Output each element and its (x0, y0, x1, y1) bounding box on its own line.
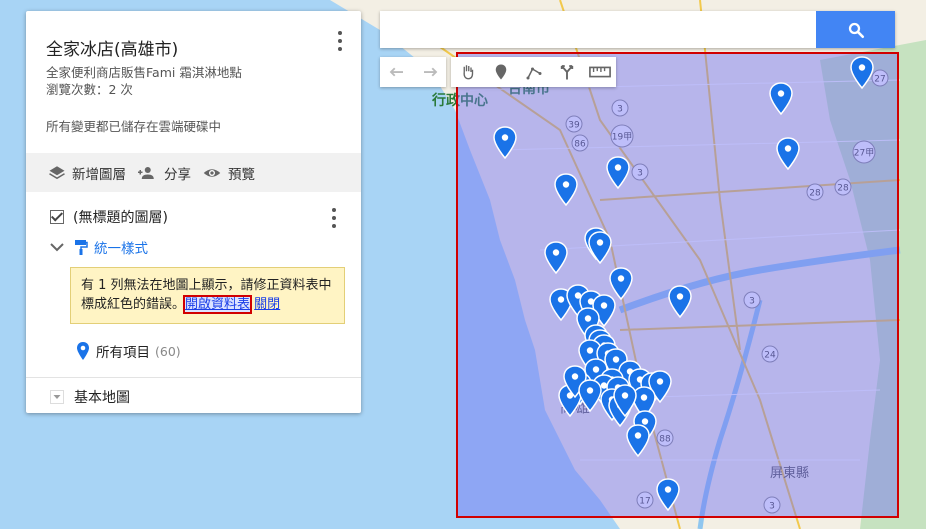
undo-icon (389, 67, 403, 77)
add-layer-label: 新增圖層 (72, 167, 126, 183)
base-map-label: 基本地圖 (74, 390, 130, 406)
preview-button[interactable]: 預覽 (202, 163, 255, 183)
map-marker[interactable] (626, 424, 650, 458)
legend-toolbar: 新增圖層 分享 預覽 (26, 153, 361, 192)
route-icon (560, 65, 573, 80)
search-button[interactable] (816, 11, 895, 48)
paint-roller-icon (75, 240, 88, 255)
redo-button[interactable] (413, 57, 446, 87)
add-marker-tool[interactable] (484, 57, 517, 87)
map-description-block: 全家便利商店販售Fami 霜淇淋地點 瀏覽次數：2 次 (46, 64, 242, 98)
map-marker[interactable] (554, 173, 578, 207)
expand-triangle-icon (50, 390, 64, 404)
measure-tool[interactable] (583, 57, 616, 87)
map-tools (451, 57, 616, 87)
layer-options-menu[interactable] (331, 208, 337, 228)
layer-visibility-checkbox[interactable] (50, 210, 64, 224)
close-warning-link[interactable]: 關閉 (254, 297, 280, 312)
map-marker[interactable] (588, 231, 612, 265)
save-status: 所有變更都已儲存在雲端硬碟中 (46, 119, 222, 134)
warning-text-block: 有 1 列無法在地圖上顯示，請修正資料表中標成紅色的錯誤。開啟資料表 關閉 (81, 276, 343, 314)
map-marker[interactable] (609, 267, 633, 301)
map-marker[interactable] (668, 285, 692, 319)
map-marker[interactable] (578, 379, 602, 413)
chevron-down-icon (50, 243, 64, 252)
layer-name[interactable]: (無標題的圖層) (73, 207, 168, 227)
layer-style-label: 統一樣式 (94, 241, 148, 257)
map-marker[interactable] (606, 156, 630, 190)
share-button[interactable]: 分享 (136, 163, 191, 183)
undo-redo-group (380, 57, 446, 87)
map-marker[interactable] (544, 241, 568, 275)
map-legend-panel: 全家冰店(高雄市) 全家便利商店販售Fami 霜淇淋地點 瀏覽次數：2 次 所有… (26, 11, 361, 413)
all-items-row[interactable]: 所有項目 (60) (76, 341, 181, 361)
marker-icon (77, 342, 89, 360)
open-table-link[interactable]: 開啟資料表 (183, 295, 253, 314)
draw-line-icon (526, 67, 541, 80)
layer-style-row[interactable]: 統一樣式 (50, 237, 148, 257)
ruler-icon (588, 66, 611, 78)
view-count: 瀏覽次數：2 次 (46, 82, 133, 97)
map-options-menu[interactable] (337, 31, 343, 51)
share-label: 分享 (164, 167, 191, 183)
map-marker[interactable] (493, 126, 517, 160)
search-input[interactable] (380, 11, 816, 48)
layers-icon (49, 166, 65, 180)
base-map-row[interactable]: 基本地圖 (50, 387, 130, 407)
divider (26, 377, 361, 378)
marker-icon (495, 64, 506, 80)
data-error-warning: 有 1 列無法在地圖上顯示，請修正資料表中標成紅色的錯誤。開啟資料表 關閉 (70, 267, 345, 324)
map-title[interactable]: 全家冰店(高雄市) (46, 35, 178, 60)
undo-button[interactable] (380, 57, 413, 87)
layer-row: (無標題的圖層) (50, 207, 168, 227)
pan-tool[interactable] (451, 57, 484, 87)
draw-line-tool[interactable] (517, 57, 550, 87)
map-marker[interactable] (656, 478, 680, 512)
search-box (380, 11, 895, 48)
map-description[interactable]: 全家便利商店販售Fami 霜淇淋地點 (46, 64, 242, 81)
add-layer-button[interactable]: 新增圖層 (48, 163, 126, 183)
redo-icon (423, 67, 437, 77)
item-count: (60) (155, 343, 181, 359)
map-marker[interactable] (776, 137, 800, 171)
hand-icon (462, 65, 473, 80)
eye-icon (203, 169, 221, 177)
all-items-label: 所有項目 (96, 345, 150, 361)
route-tool[interactable] (550, 57, 583, 87)
preview-label: 預覽 (228, 167, 255, 183)
map-marker[interactable] (850, 56, 874, 90)
map-marker[interactable] (769, 82, 793, 116)
person-add-icon (138, 167, 154, 179)
search-icon (848, 22, 864, 38)
